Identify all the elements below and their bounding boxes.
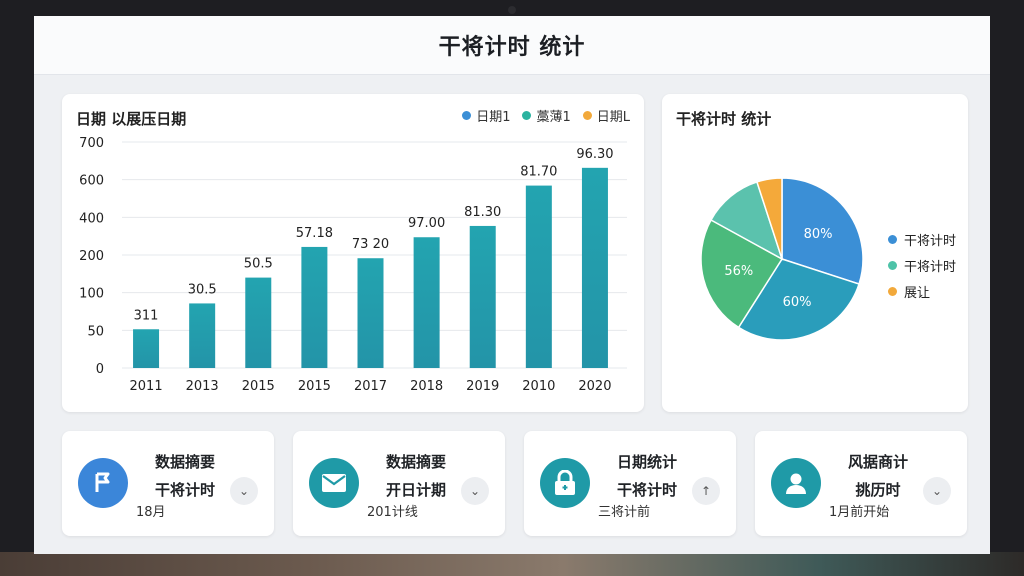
- stat-card[interactable]: 数据摘要 干将计时 18月 ⌄: [62, 431, 274, 536]
- bar-data-label: 96.30: [576, 147, 613, 162]
- stat-heading: 风据商计: [847, 453, 908, 471]
- stat-card[interactable]: 日期统计 干将计时 三将计前 ↑: [524, 431, 736, 536]
- stat-value: 开日计期: [385, 481, 446, 499]
- bar[interactable]: [469, 225, 496, 368]
- legend-swatch: [888, 286, 897, 296]
- x-tick-label: 2017: [354, 379, 387, 394]
- bar[interactable]: [301, 246, 328, 368]
- x-tick-label: 2015: [242, 379, 275, 394]
- bar-chart-card: 日期 以展压日期 日期1 藁薄1 日期L 0 50 100 200 400 600 700 3…: [62, 94, 644, 412]
- bar[interactable]: [245, 277, 272, 368]
- legend-label: 展让: [904, 285, 931, 301]
- x-tick-label: 2018: [410, 379, 443, 394]
- y-tick-label: 400: [79, 211, 104, 226]
- bar-data-label: 57.18: [296, 226, 333, 241]
- dashboard-screen: 干将计时 统计 日期 以展压日期 日期1 藁薄1 日期L 0 50 100 200 40…: [34, 16, 990, 554]
- chevron-down-icon[interactable]: ⌄: [923, 477, 951, 505]
- stat-subtext: 201计线: [367, 505, 418, 520]
- bar[interactable]: [525, 185, 552, 368]
- x-tick-label: 2010: [522, 379, 555, 394]
- arrow-up-icon[interactable]: ↑: [692, 477, 720, 505]
- y-tick-label: 0: [96, 362, 104, 377]
- legend-label: 干将计时: [904, 259, 957, 275]
- y-tick-label: 50: [87, 324, 104, 339]
- stat-heading: 数据摘要: [385, 453, 446, 471]
- bar-data-label: 311: [134, 308, 159, 323]
- legend-item[interactable]: 干将计时: [888, 226, 956, 252]
- bar[interactable]: [133, 329, 160, 368]
- pie-slice-label: 80%: [804, 227, 833, 242]
- stat-value: 干将计时: [154, 481, 215, 499]
- x-tick-label: 2011: [130, 379, 163, 394]
- legend-swatch: [888, 260, 897, 270]
- stat-value: 干将计时: [616, 481, 677, 499]
- chevron-down-icon[interactable]: ⌄: [230, 477, 258, 505]
- x-tick-label: 2015: [298, 379, 331, 394]
- stat-heading: 数据摘要: [154, 453, 215, 471]
- flag-icon: [78, 458, 128, 508]
- stat-subtext: 1月前开始: [829, 505, 890, 520]
- stat-heading: 日期统计: [616, 453, 677, 471]
- bar-data-label: 30.5: [188, 282, 217, 297]
- pie-slice-label: 60%: [783, 295, 812, 310]
- bar-data-label: 81.70: [520, 165, 557, 180]
- mail-icon: [309, 458, 359, 508]
- bar[interactable]: [413, 237, 440, 368]
- legend-label: 干将计时: [904, 233, 957, 249]
- y-tick-label: 700: [79, 136, 104, 151]
- legend-item[interactable]: 干将计时: [888, 252, 956, 278]
- bar-data-label: 73 20: [352, 237, 389, 252]
- legend-swatch: [888, 234, 897, 244]
- stat-card[interactable]: 数据摘要 开日计期 201计线 ⌄: [293, 431, 505, 536]
- bar-chart-plot: 0 50 100 200 400 600 700 311 2011 30.5 2013 50.5 201…: [79, 136, 627, 394]
- y-tick-label: 100: [79, 287, 104, 302]
- pie-chart-card: 干将计时 统计 80% 60% 56% 干将计时 干将计时 展让: [662, 94, 968, 412]
- bar-data-label: 97.00: [408, 216, 445, 231]
- bar[interactable]: [581, 167, 608, 368]
- camera-icon: [508, 6, 516, 14]
- bar-data-label: 50.5: [244, 257, 273, 272]
- user-icon: [771, 458, 821, 508]
- legend-item[interactable]: 展让: [888, 278, 956, 304]
- desk-background: [0, 552, 1024, 576]
- stat-subtext: 三将计前: [598, 505, 651, 520]
- y-tick-label: 600: [79, 174, 104, 189]
- x-tick-label: 2020: [578, 379, 611, 394]
- stat-card[interactable]: 风据商计 挑历时 1月前开始 ⌄: [755, 431, 967, 536]
- bar[interactable]: [189, 303, 216, 368]
- header: 干将计时 统计: [34, 16, 990, 75]
- stat-value: 挑历时: [855, 481, 901, 499]
- pie-chart-legend: 干将计时 干将计时 展让: [888, 226, 956, 304]
- pie-slice-label: 56%: [724, 264, 753, 279]
- x-tick-label: 2019: [466, 379, 499, 394]
- y-tick-label: 200: [79, 249, 104, 264]
- bar-data-label: 81.30: [464, 205, 501, 220]
- x-tick-label: 2013: [186, 379, 219, 394]
- stat-subtext: 18月: [136, 505, 166, 520]
- page-title: 干将计时 统计: [438, 35, 586, 60]
- chevron-down-icon[interactable]: ⌄: [461, 477, 489, 505]
- lock-icon: [540, 458, 590, 508]
- bar[interactable]: [357, 258, 384, 368]
